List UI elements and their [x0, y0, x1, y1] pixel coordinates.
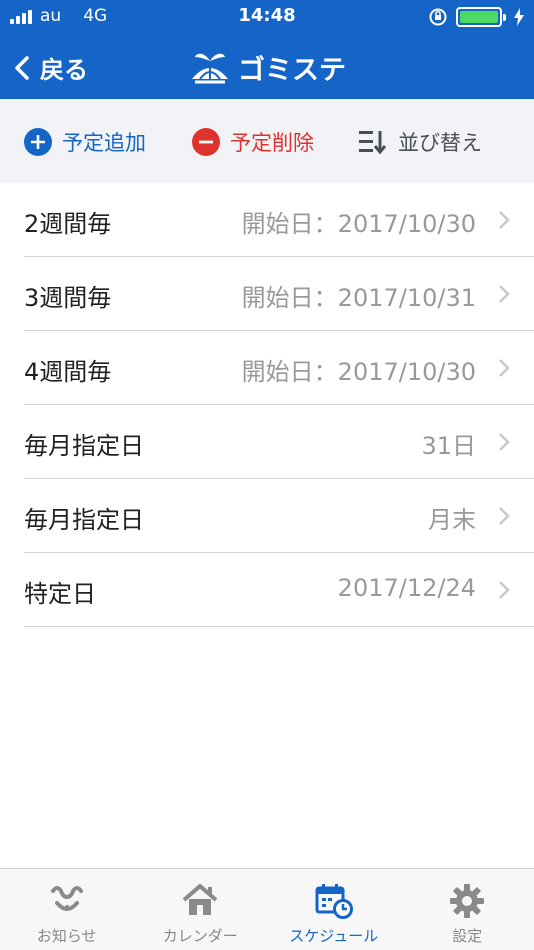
- delete-schedule-button[interactable]: 予定削除: [192, 127, 314, 157]
- tab-label: スケジュール: [289, 927, 379, 945]
- battery-icon: [456, 7, 506, 27]
- status-right: [428, 7, 524, 27]
- home-icon: [182, 884, 218, 915]
- gear-icon: [450, 884, 485, 918]
- list-item[interactable]: 特定日 2017/12/24: [24, 553, 534, 627]
- minus-circle-icon: [192, 128, 220, 156]
- list-item[interactable]: 毎月指定日 31日: [24, 405, 534, 479]
- tab-calendar[interactable]: カレンダー: [134, 869, 268, 950]
- schedule-type: 2週間毎: [24, 210, 112, 238]
- sort-button[interactable]: 並び替え: [358, 127, 482, 157]
- tab-settings[interactable]: 設定: [401, 869, 534, 950]
- tab-label: お知らせ: [36, 927, 97, 945]
- app-logo-icon: [192, 53, 228, 83]
- schedule-detail: 開始日：2017/10/30: [241, 210, 476, 238]
- schedule-type: 3週間毎: [24, 284, 112, 312]
- schedule-type: 毎月指定日: [24, 432, 144, 460]
- schedule-detail: 開始日：2017/10/31: [241, 284, 476, 312]
- notification-icon: [50, 886, 83, 911]
- back-label: 戻る: [40, 56, 88, 84]
- schedule-detail: 開始日：2017/10/30: [241, 358, 476, 386]
- status-bar: au 4G 14:48: [0, 0, 534, 34]
- calendar-clock-icon: [315, 884, 353, 919]
- sort-icon: [359, 131, 387, 155]
- plus-circle-icon: [24, 128, 52, 156]
- tab-label: 設定: [452, 927, 483, 945]
- chevron-right-icon: [499, 433, 510, 451]
- schedule-detail: 31日: [421, 432, 476, 460]
- tab-schedule[interactable]: スケジュール: [267, 869, 401, 950]
- tab-notifications[interactable]: お知らせ: [0, 869, 134, 950]
- orientation-lock-icon: [429, 8, 447, 26]
- chevron-right-icon: [499, 285, 510, 303]
- nav-bar: 戻る ゴミステ: [0, 34, 534, 99]
- tab-bar: お知らせ カレンダー スケジュール 設定: [0, 868, 534, 950]
- chevron-left-icon: [15, 55, 29, 80]
- chevron-right-icon: [499, 507, 510, 525]
- chevron-right-icon: [499, 581, 510, 599]
- sort-label: 並び替え: [398, 131, 482, 155]
- schedule-detail: 月末: [428, 506, 476, 534]
- schedule-list: 2週間毎 開始日：2017/10/30 3週間毎 開始日：2017/10/31 …: [0, 183, 534, 627]
- toolbar: 予定追加 予定削除 並び替え: [0, 99, 534, 183]
- schedule-detail: 2017/12/24: [337, 574, 476, 602]
- schedule-type: 4週間毎: [24, 358, 112, 386]
- app-title-text: ゴミステ: [238, 55, 346, 86]
- list-item[interactable]: 2週間毎 開始日：2017/10/30: [24, 183, 534, 257]
- charging-icon: [514, 8, 524, 26]
- schedule-type: 特定日: [24, 580, 96, 608]
- app-title: ゴミステ: [190, 48, 346, 87]
- tab-label: カレンダー: [162, 927, 238, 945]
- schedule-type: 毎月指定日: [24, 506, 144, 534]
- back-button[interactable]: 戻る: [14, 50, 88, 85]
- delete-schedule-label: 予定削除: [230, 131, 314, 155]
- chevron-right-icon: [499, 211, 510, 229]
- list-item[interactable]: 3週間毎 開始日：2017/10/31: [24, 257, 534, 331]
- list-item[interactable]: 毎月指定日 月末: [24, 479, 534, 553]
- list-item[interactable]: 4週間毎 開始日：2017/10/30: [24, 331, 534, 405]
- add-schedule-label: 予定追加: [62, 131, 146, 155]
- add-schedule-button[interactable]: 予定追加: [24, 127, 146, 157]
- chevron-right-icon: [499, 359, 510, 377]
